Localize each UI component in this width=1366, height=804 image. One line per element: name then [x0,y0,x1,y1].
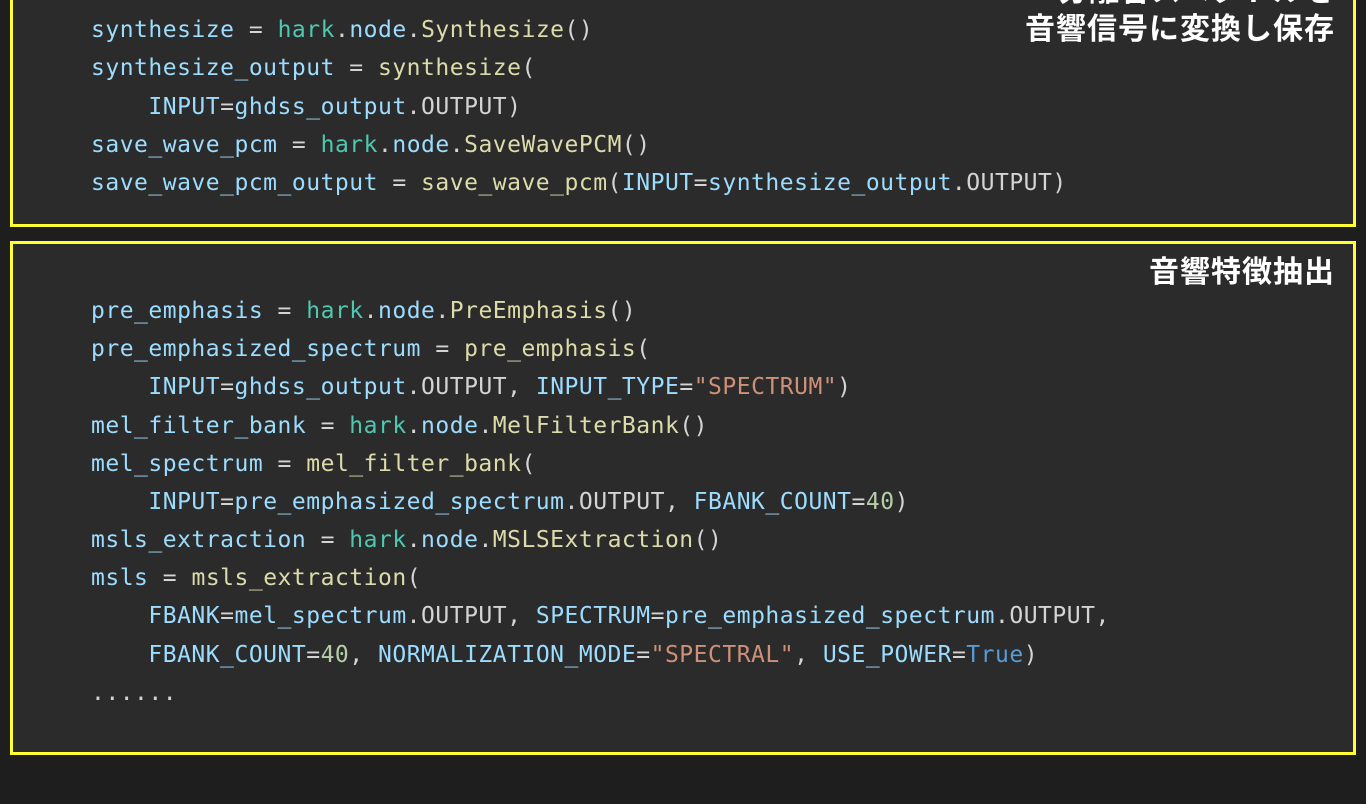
code-box-synthesize-save: 分離音スペクトルを音響信号に変換し保存 ...... synthesize = … [10,0,1356,227]
annotation-feature-extraction: 音響特徴抽出 [1149,250,1335,288]
code-block-feature-extraction: pre_emphasis = hark.node.PreEmphasis() p… [13,292,1353,712]
code-box-feature-extraction: 音響特徴抽出 pre_emphasis = hark.node.PreEmpha… [10,241,1356,755]
annotation-synth-save: 分離音スペクトルを音響信号に変換し保存 [1025,0,1335,46]
slide-stage: 分離音スペクトルを音響信号に変換し保存 ...... synthesize = … [0,0,1366,764]
